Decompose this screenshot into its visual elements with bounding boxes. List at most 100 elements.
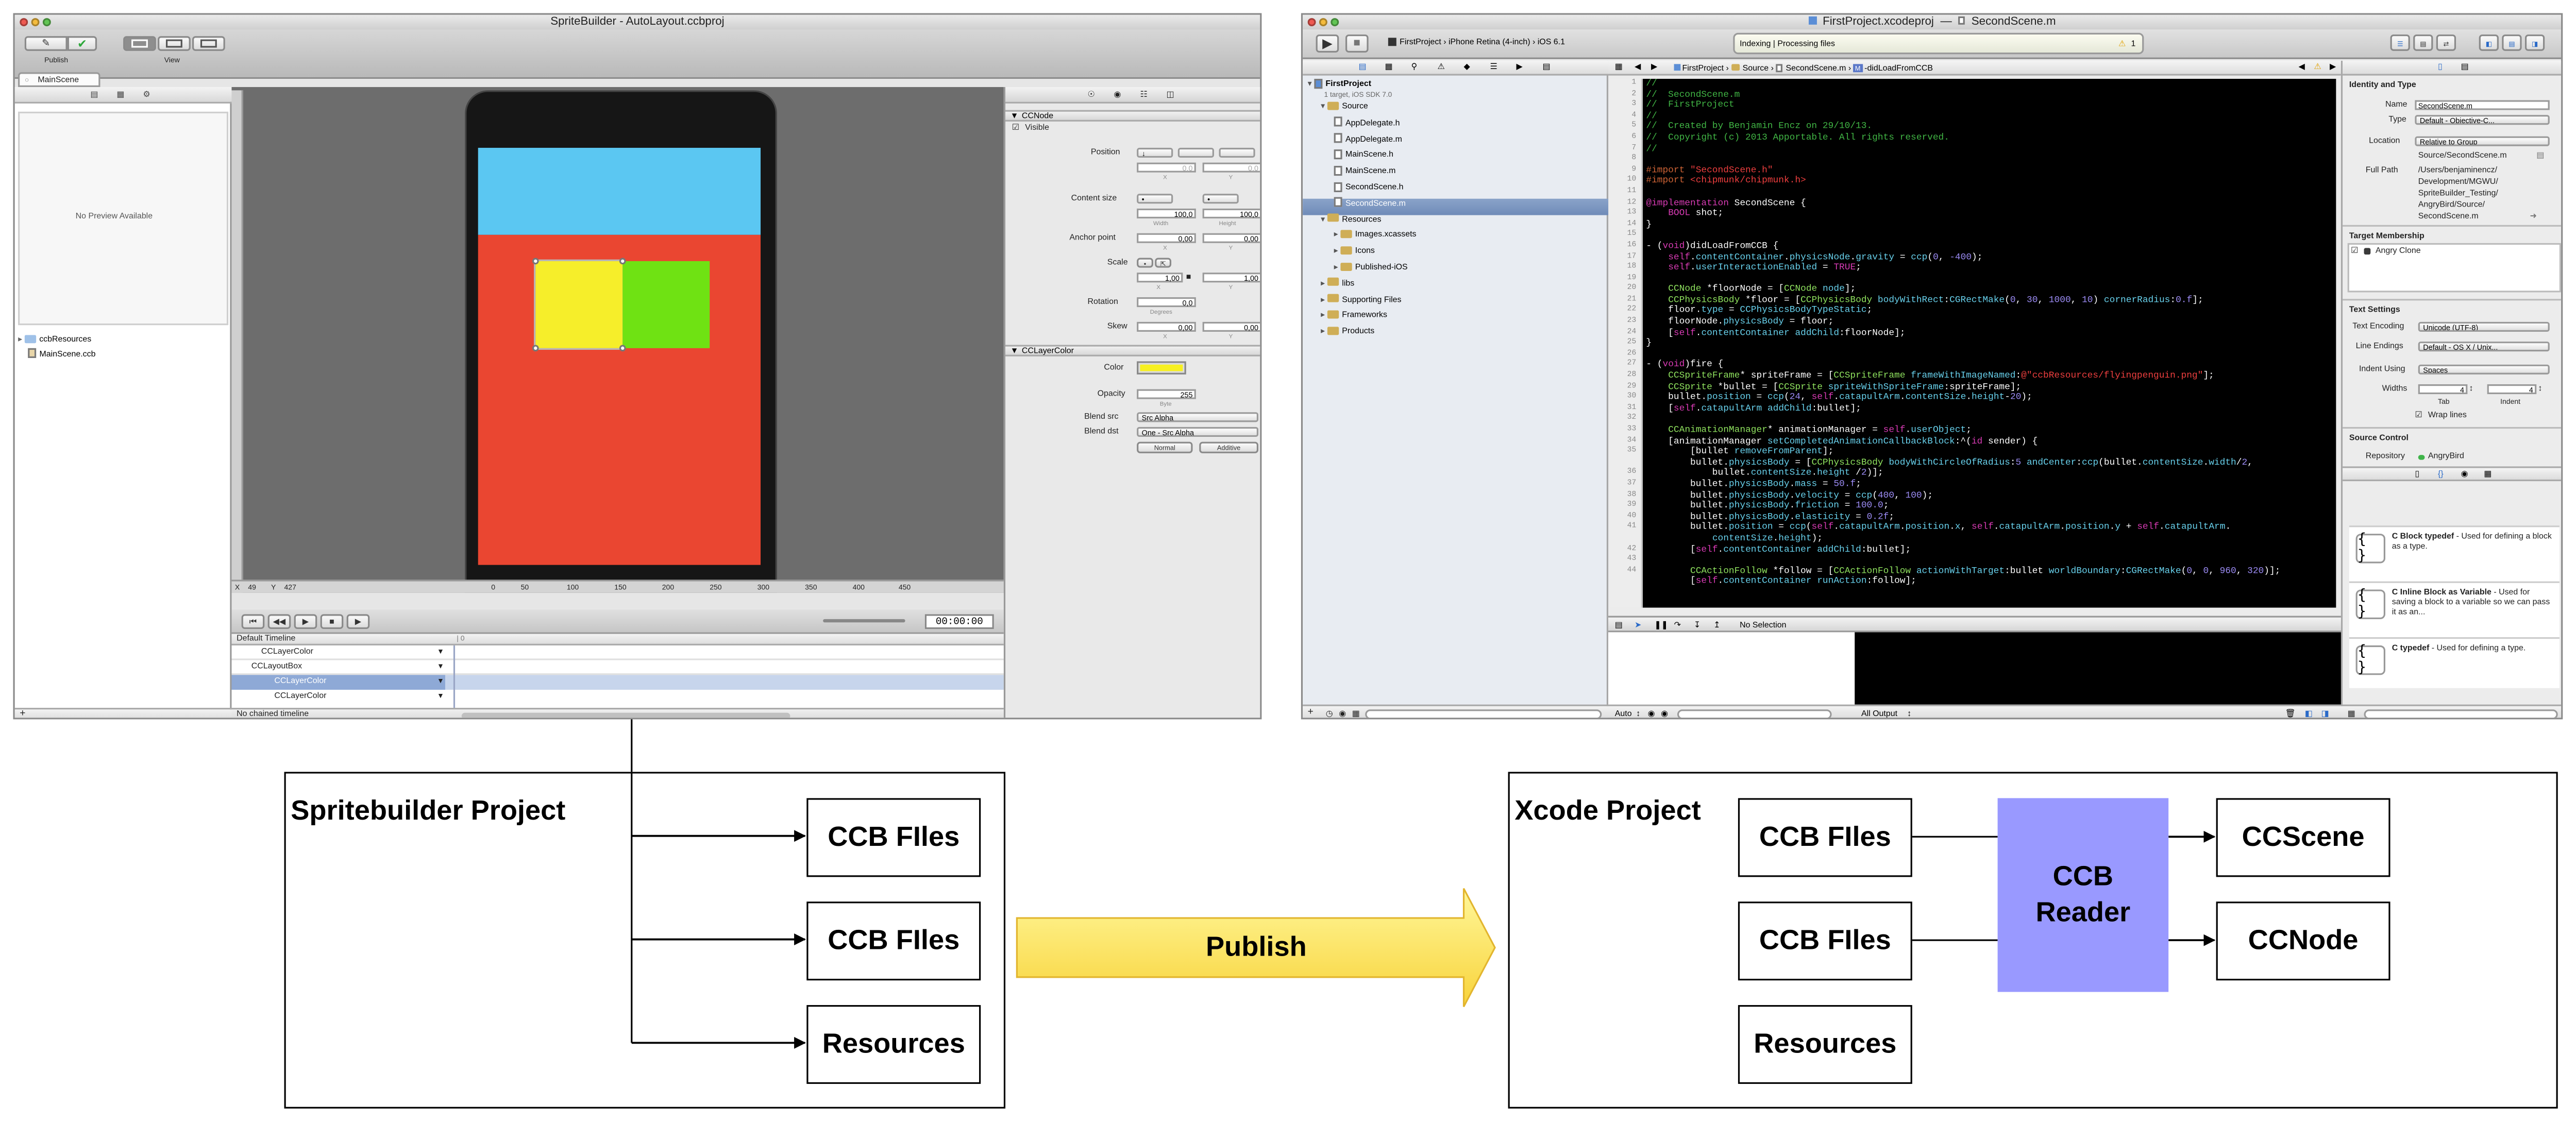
physics-tab-icon[interactable]: ◉ xyxy=(1114,90,1121,100)
disclosure-triangle-icon[interactable]: ▾ xyxy=(1308,79,1314,89)
debug-tab-icon[interactable]: ☰ xyxy=(1490,61,1497,76)
step-out-icon[interactable]: ↥ xyxy=(1713,618,1720,634)
navigator-item[interactable]: ▸ Products xyxy=(1303,326,1608,343)
scale-mode-button[interactable]: ⇱ xyxy=(1155,258,1172,268)
disclosure-triangle-icon[interactable]: ▸ xyxy=(1334,247,1340,257)
target-checkbox[interactable]: ☑ xyxy=(2351,246,2358,256)
indent-width-field[interactable]: 4 xyxy=(2487,384,2537,395)
document-tab[interactable]: ○ MainScene xyxy=(18,72,100,87)
normal-button[interactable]: Normal xyxy=(1137,441,1193,453)
navigator-item[interactable]: AppDelegate.h xyxy=(1303,117,1608,134)
visible-checkbox[interactable]: ☑ xyxy=(1012,123,1019,133)
trash-icon[interactable]: 🗑 xyxy=(2285,706,2296,718)
rewind-button[interactable]: ⏮ xyxy=(241,614,265,629)
disclosure-triangle-icon[interactable]: ▾ xyxy=(1321,214,1327,224)
next-issue-icon[interactable]: ▶ xyxy=(2330,61,2336,76)
scale-x-field[interactable]: 1,00 xyxy=(1137,273,1183,283)
folder-tab-icon[interactable]: ▤ xyxy=(1358,61,1366,76)
folder-tab-icon[interactable]: ▤ xyxy=(90,90,98,100)
close-icon[interactable] xyxy=(1307,18,1316,27)
navigator-item[interactable]: ▸ Images.xcassets xyxy=(1303,230,1608,247)
close-icon[interactable] xyxy=(20,18,28,27)
chained-timeline[interactable]: No chained timeline xyxy=(237,709,309,718)
selection-handle[interactable] xyxy=(532,345,539,352)
view-segment-left[interactable] xyxy=(123,36,156,51)
tree-item-ccbresources[interactable]: ▸ ccbResources xyxy=(18,333,91,347)
type-select[interactable]: Default - Objective-C... xyxy=(2415,115,2550,125)
standard-editor-button[interactable]: ☰ xyxy=(2390,34,2410,51)
disclosure-triangle-icon[interactable]: ▸ xyxy=(18,335,24,345)
timeline-scrollbar[interactable] xyxy=(461,712,790,718)
split-right-icon[interactable]: ◨ xyxy=(2321,706,2329,718)
navigator-item[interactable]: AppDelegate.m xyxy=(1303,133,1608,150)
template-tab-icon[interactable]: ◫ xyxy=(1166,90,1174,100)
scale-lock-button[interactable]: • xyxy=(1137,258,1153,268)
debug-toggle-button[interactable]: ▤ xyxy=(2502,34,2522,51)
disclosure-triangle-icon[interactable]: ▸ xyxy=(1321,311,1327,321)
name-field[interactable]: SecondScene.m xyxy=(2415,100,2550,110)
scm-filter-icon[interactable]: ◉ xyxy=(1339,709,1346,718)
keyframe-menu-icon[interactable]: ▼ xyxy=(437,662,444,670)
skew-x-field[interactable]: 0,00 xyxy=(1137,321,1196,332)
color-well[interactable] xyxy=(1137,361,1186,375)
unsaved-filter-icon[interactable]: ▦ xyxy=(1352,709,1360,718)
navigator-item[interactable]: ▸ Frameworks xyxy=(1303,310,1608,327)
timeline-row[interactable]: CCLayoutBox ▼ xyxy=(231,660,1004,675)
version-editor-button[interactable]: ⇄ xyxy=(2436,34,2456,51)
navigator-item[interactable]: ▸ Icons xyxy=(1303,246,1608,263)
gear-tab-icon[interactable]: ⚙ xyxy=(143,90,150,100)
publish-button[interactable]: ✎ xyxy=(24,36,68,51)
reveal-path-icon[interactable]: ➜ xyxy=(2530,212,2537,222)
navigator-filter-field[interactable] xyxy=(1365,709,1602,718)
navigator-item[interactable]: ▸ libs xyxy=(1303,278,1608,295)
navigator-item[interactable]: ▾ Source xyxy=(1303,101,1608,118)
split-left-icon[interactable]: ◧ xyxy=(2305,706,2313,718)
publish-check-button[interactable]: ✔ xyxy=(67,36,97,51)
disclosure-triangle-icon[interactable]: ▾ xyxy=(1321,102,1327,112)
play-button[interactable]: ▶ xyxy=(294,614,317,629)
timeline-name[interactable]: Default Timeline xyxy=(237,634,295,644)
add-icon[interactable]: + xyxy=(1308,708,1314,718)
encoding-select[interactable]: Unicode (UTF-8) xyxy=(2418,321,2550,332)
line-endings-select[interactable]: Default - OS X / Unix... xyxy=(2418,342,2550,352)
navigator-item[interactable]: ▾ Resources xyxy=(1303,214,1608,230)
position-unit-select[interactable] xyxy=(1219,147,1255,158)
tab-width-field[interactable]: 4 xyxy=(2418,384,2468,395)
grid-tab-icon[interactable]: ▦ xyxy=(116,90,124,100)
navigator-item[interactable]: ▸ Published-iOS xyxy=(1303,262,1608,279)
minimize-icon[interactable] xyxy=(31,18,40,27)
yellow-layer[interactable] xyxy=(534,259,625,350)
disclosure-triangle-icon[interactable]: ▸ xyxy=(1334,231,1340,241)
section-ccnode[interactable]: ▼ CCNode xyxy=(1005,110,1260,122)
skew-y-field[interactable]: 0,00 xyxy=(1202,321,1260,332)
reveal-folder-icon[interactable]: ▤ xyxy=(2536,151,2544,161)
rotation-field[interactable]: 0,0 xyxy=(1137,297,1196,308)
pause-icon[interactable]: ❚❚ xyxy=(1654,618,1668,634)
scale-y-field[interactable]: 1,00 xyxy=(1202,273,1260,283)
disclosure-triangle-icon[interactable]: ▸ xyxy=(1321,295,1327,305)
section-cclayercolor[interactable]: ▼ CCLayerColor xyxy=(1005,345,1260,356)
view-segment-right[interactable] xyxy=(192,36,225,51)
content-size-unit-select[interactable]: • xyxy=(1202,194,1239,204)
keyframe-menu-icon[interactable]: ▼ xyxy=(437,647,444,655)
output-select[interactable]: All Output xyxy=(1861,706,1897,718)
add-icon[interactable]: + xyxy=(20,709,25,718)
content-height-field[interactable]: 100,0 xyxy=(1202,208,1260,219)
tab-close-icon[interactable]: ○ xyxy=(25,76,29,84)
content-width-field[interactable]: 100,0 xyxy=(1137,208,1196,219)
keyframe-menu-icon[interactable]: ▼ xyxy=(437,691,444,700)
variables-filter-field[interactable] xyxy=(1677,709,1832,718)
zoom-icon[interactable] xyxy=(42,18,51,27)
stop-button[interactable]: ■ xyxy=(320,614,344,629)
anchor-x-field[interactable]: 0,00 xyxy=(1137,233,1196,243)
previous-issue-icon[interactable]: ◀ xyxy=(2298,61,2304,76)
selection-handle[interactable] xyxy=(532,258,539,265)
symbol-tab-icon[interactable]: ▦ xyxy=(1385,61,1392,76)
test-tab-icon[interactable]: ◆ xyxy=(1464,61,1470,76)
related-items-icon[interactable]: ▦ xyxy=(1615,61,1623,76)
position-x-field[interactable]: 0,0 xyxy=(1137,162,1196,173)
navigator-item[interactable]: ▾ FirstProject 1 target, iOS SDK 7.0 xyxy=(1303,78,1608,100)
navigator-item[interactable]: MainScene.m xyxy=(1303,165,1608,182)
disclosure-triangle-icon[interactable]: ▸ xyxy=(1334,263,1340,273)
tab-stepper-icon[interactable]: ↕ xyxy=(2469,384,2473,394)
